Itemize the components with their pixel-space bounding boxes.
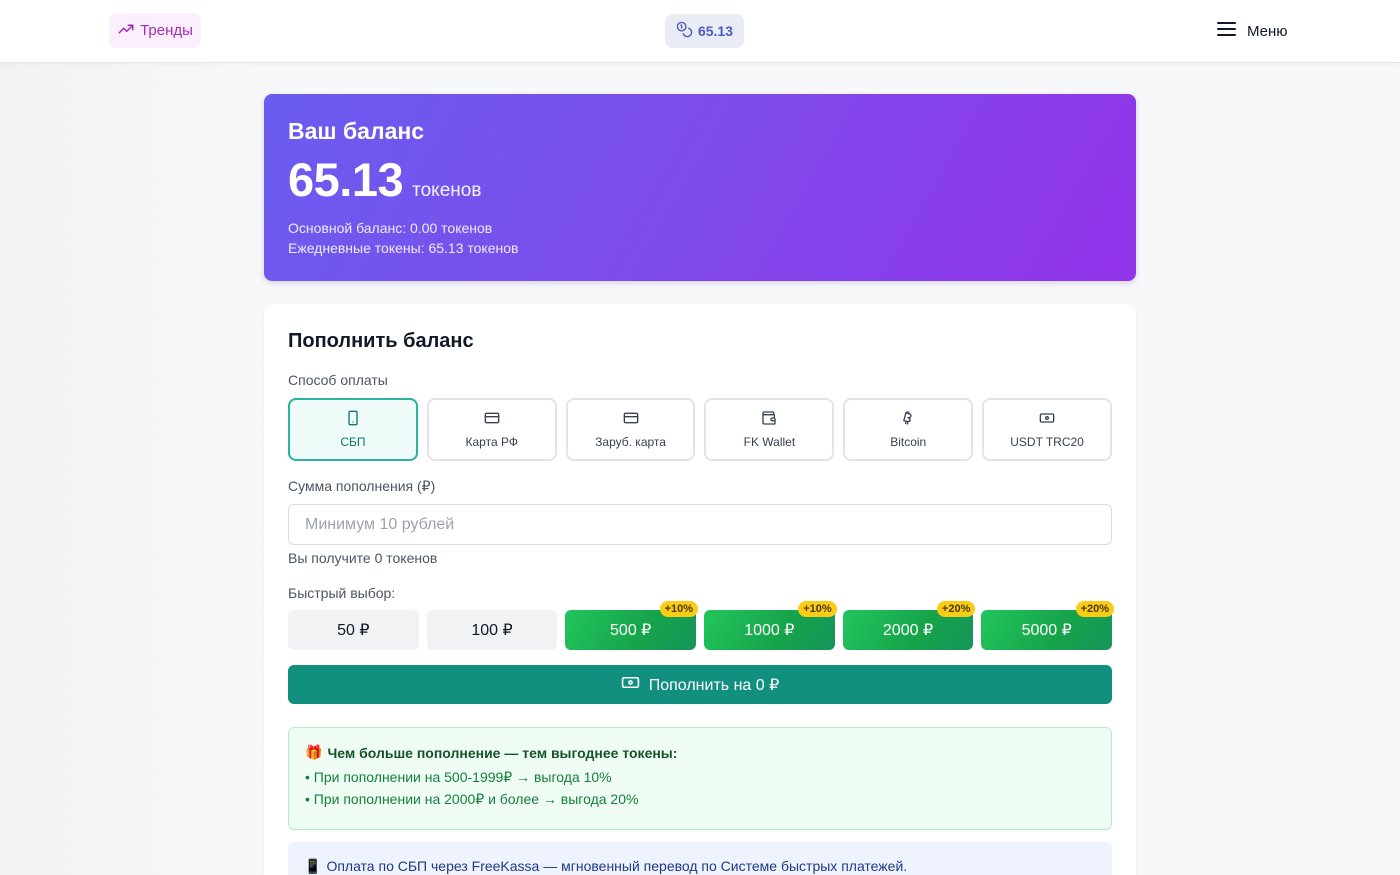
top-navigation-bar: Тренды 65.13 Меню [0,0,1400,63]
phone-emoji-icon: 📱 [304,858,322,874]
promo-item: • При пополнении на 500-1999₽ → выгода 1… [305,769,612,785]
sbp-info-box: 📱 Оплата по СБП через FreeKassa — мгнове… [288,842,1112,875]
quick-amount-label: 2000 ₽ [882,622,934,639]
banknote-icon [621,673,640,697]
topup-title: Пополнить баланс [288,330,474,352]
quick-amount-5000[interactable]: 5000 ₽ +20% [981,601,1115,650]
quick-amount-label: 5000 ₽ [1021,622,1072,639]
card-icon [623,410,639,429]
promo-item: • При пополнении на 2000₽ и более → выго… [305,791,639,807]
amount-label: Сумма пополнения (₽) [288,478,436,494]
trending-up-icon [117,20,135,42]
card-icon [484,410,500,429]
quick-amount-label: 100 ₽ [471,622,513,639]
method-label: Заруб. карта [595,435,666,449]
bonus-badge: +10% [798,601,837,617]
quick-amount-1000[interactable]: 1000 ₽ +10% [704,601,837,650]
quick-amount-label: 50 ₽ [337,622,370,639]
bonus-badge: +20% [936,601,976,617]
quick-amount-2000[interactable]: 2000 ₽ +20% [842,601,976,650]
balance-card: Ваш баланс 65.13 токенов Основной баланс… [264,94,1136,281]
daily-tokens-text: Ежедневные токены: 65.13 токенов [288,240,519,256]
quick-amount-50[interactable]: 50 ₽ [288,610,419,650]
balance-chip[interactable]: 65.13 [665,14,744,48]
method-label: FK Wallet [743,435,796,449]
method-label: USDT TRC20 [1010,435,1084,449]
method-card-rf[interactable]: Карта РФ [426,398,557,461]
quick-amount-label: 500 ₽ [610,622,652,639]
method-sbp[interactable]: СБП [288,398,418,461]
method-fk-wallet[interactable]: FK Wallet [704,398,835,461]
method-foreign-card[interactable]: Заруб. карта [565,398,696,461]
bonus-badge: +20% [1075,601,1115,617]
wallet-icon [761,410,777,429]
balance-title: Ваш баланс [288,118,425,144]
bitcoin-icon [900,410,916,429]
trends-label: Тренды [140,22,193,39]
bonus-badge: +10% [659,601,699,617]
sbp-note-text: Оплата по СБП через FreeKassa — мгновенн… [326,858,908,874]
quick-amount-100[interactable]: 100 ₽ [426,610,558,650]
method-label: СБП [340,435,366,449]
quick-amount-label: 1000 ₽ [744,622,795,639]
balance-amount-row: 65.13 токенов [288,152,481,207]
menu-button[interactable]: Меню [1216,19,1288,43]
menu-label: Меню [1247,22,1288,40]
topup-submit-button[interactable]: Пополнить на 0 ₽ [288,665,1112,704]
gift-icon: 🎁 [305,744,323,760]
submit-label: Пополнить на 0 ₽ [648,676,780,694]
coins-icon [676,21,693,41]
receive-text: Вы получите 0 токенов [288,550,438,566]
main-balance-text: Основной баланс: 0.00 токенов [288,220,493,236]
quick-select-row: 50 ₽ 100 ₽ 500 ₽ +10% 1000 ₽ +10% 2000 ₽… [288,601,1115,650]
payment-method-label: Способ оплаты [288,372,388,388]
payment-methods: СБП Карта РФ Заруб. карта FK Wallet Bitc… [288,398,1112,461]
method-bitcoin[interactable]: Bitcoin [843,398,974,461]
method-label: Карта РФ [465,435,518,449]
quick-select-label: Быстрый выбор: [288,585,396,601]
promo-title: Чем больше пополнение — тем выгоднее ток… [327,744,678,761]
balance-chip-value: 65.13 [697,23,734,39]
method-label: Bitcoin [890,435,927,449]
amount-input[interactable] [288,504,1112,545]
method-usdt-trc20[interactable]: USDT TRC20 [982,398,1112,461]
quick-amount-500[interactable]: 500 ₽ +10% [565,601,699,650]
phone-icon [345,410,361,429]
trends-button[interactable]: Тренды [109,13,201,48]
topup-card: Пополнить баланс Способ оплаты СБП Карта… [264,304,1136,875]
bonus-info-box: 🎁 Чем больше пополнение — тем выгоднее т… [288,727,1112,830]
balance-unit: токенов [412,180,482,201]
banknote-icon [1039,410,1055,429]
hamburger-icon [1216,20,1237,42]
balance-amount: 65.13 [288,153,404,206]
promo-title-row: 🎁 Чем больше пополнение — тем выгоднее т… [305,744,1095,761]
